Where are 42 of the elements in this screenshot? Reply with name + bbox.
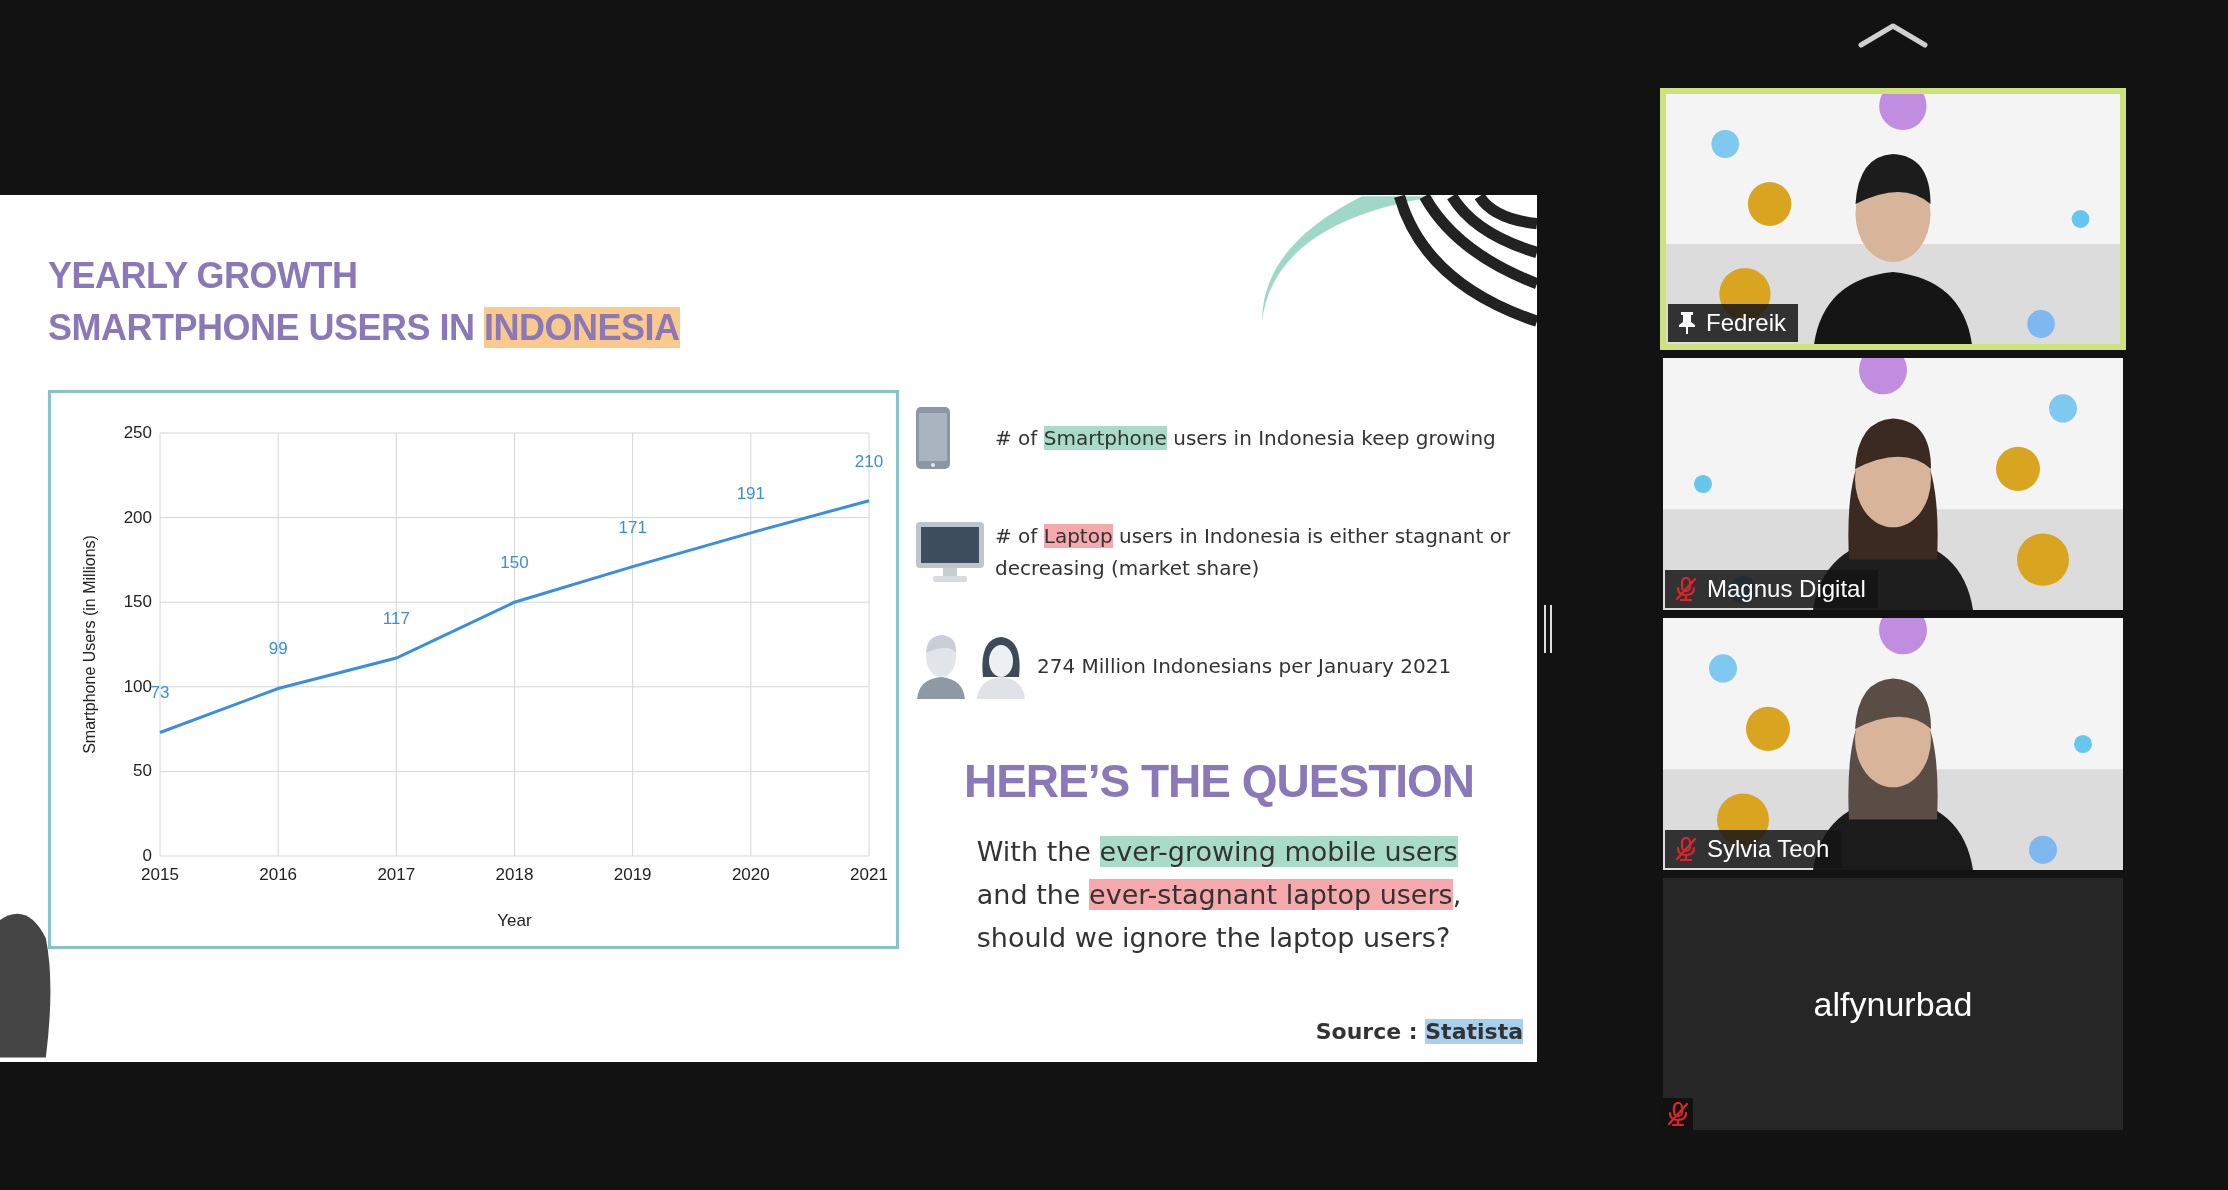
data-label: 150 (500, 553, 529, 573)
participant-name: Sylvia Teoh (1707, 835, 1830, 863)
x-tick-label: 2018 (495, 865, 534, 884)
question-text: With the ever-growing mobile users and the ever-stagnant laptop users, should we ignore the laptop users? (976, 835, 1462, 955)
y-tick-label: 50 (133, 761, 152, 781)
x-tick-label: 2016 (259, 865, 298, 884)
video-tile[interactable]: Magnus Digital (1663, 358, 2123, 610)
slide-title: SMARTPHONE USERS IN INDONESIA (48, 306, 680, 350)
data-label: 99 (268, 639, 288, 659)
video-tile[interactable]: Sylvia Teoh (1663, 618, 2123, 870)
y-tick-label: 150 (123, 592, 152, 612)
y-tick-label: 200 (123, 507, 152, 527)
data-label: 210 (854, 451, 884, 471)
x-tick-label: 2019 (613, 865, 652, 884)
y-tick-label: 250 (123, 423, 152, 442)
participant-name: alfynurbad (1813, 984, 1973, 1024)
x-tick-label: 2017 (377, 865, 416, 884)
data-label: 191 (736, 483, 765, 503)
x-tick-label: 2021 (850, 865, 888, 884)
resize-handle[interactable] (1543, 604, 1553, 653)
y-tick-label: 0 (142, 846, 152, 865)
x-axis-title: Year (497, 911, 532, 930)
data-label: 171 (618, 517, 647, 537)
source-credit: Source : Statista (1315, 1019, 1523, 1044)
smartphone-icon (915, 406, 951, 470)
slide-title: YEARLY GROWTH (48, 254, 358, 298)
fact-text: 274 Million Indonesians per January 2021 (1037, 653, 1452, 680)
video-tile[interactable]: alfynurbad (1663, 878, 2123, 1130)
fact-text: # of Smartphone users in Indonesia keep growing (995, 425, 1496, 452)
fact-text: # of Laptop users in Indonesia is either stagnant or decreasing (market share) (995, 523, 1512, 582)
x-tick-label: 2020 (731, 865, 770, 884)
people-icon (915, 633, 1027, 699)
participant-name: Magnus Digital (1707, 575, 1866, 603)
participant-name: Fedreik (1706, 309, 1787, 337)
monitor-icon (915, 521, 985, 583)
y-tick-label: 100 (123, 676, 152, 696)
question-heading: HERE’S THE QUESTION (963, 754, 1475, 808)
y-axis-title: Smartphone Users (in Millions) (81, 535, 98, 754)
video-tile[interactable]: Fedreik (1660, 88, 2126, 350)
caret-icon[interactable] (1857, 22, 1929, 48)
x-tick-label: 2015 (141, 865, 179, 884)
data-label: 117 (382, 609, 410, 629)
